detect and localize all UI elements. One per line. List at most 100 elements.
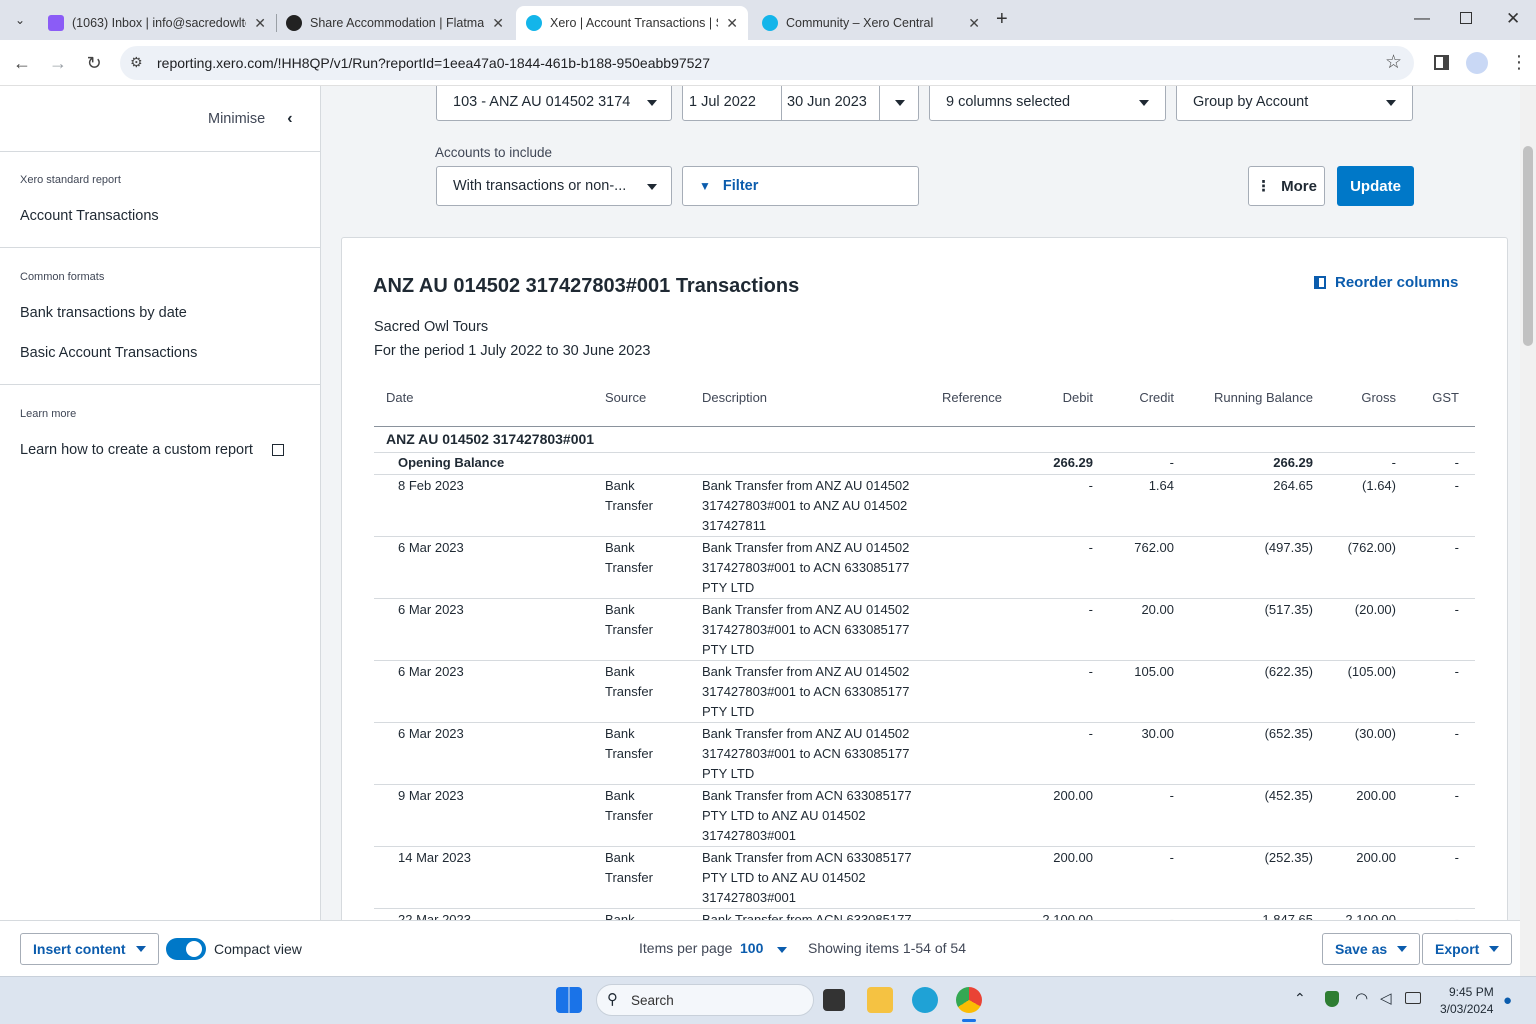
row-description: PTY LTD xyxy=(702,642,755,657)
row-divider xyxy=(374,660,1475,661)
close-tab-icon[interactable]: ✕ xyxy=(492,15,504,32)
row-source: Bank xyxy=(605,602,635,617)
browser-tab-xero-active[interactable]: Xero | Account Transactions | Sa ✕ xyxy=(516,6,748,40)
taskbar-search-box[interactable]: ⚲ Search xyxy=(596,984,814,1016)
row-credit: 20.00 xyxy=(1141,602,1174,617)
export-button[interactable]: Export xyxy=(1422,933,1513,965)
column-header-gross[interactable]: Gross xyxy=(1322,390,1396,405)
volume-icon[interactable]: ◁ xyxy=(1380,989,1392,1007)
back-arrow-icon[interactable]: ← xyxy=(9,50,35,76)
row-description: Bank Transfer from ANZ AU 014502 xyxy=(702,664,910,679)
items-per-page-label: Items per page xyxy=(639,940,733,956)
learn-link-label: Learn how to create a custom report xyxy=(20,442,253,458)
row-date: 6 Mar 2023 xyxy=(398,664,464,679)
clock-date[interactable]: 3/03/2024 xyxy=(1440,1002,1493,1016)
report-footer-bar: Insert content Compact view Items per pa… xyxy=(0,920,1520,976)
reorder-columns-button[interactable]: Reorder columns xyxy=(1314,274,1458,291)
file-explorer-icon[interactable] xyxy=(867,987,893,1013)
close-window-icon[interactable]: ✕ xyxy=(1506,9,1520,29)
browser-menu-icon[interactable]: ⋮ xyxy=(1510,52,1528,73)
tab-title: (1063) Inbox | info@sacredowlto xyxy=(72,16,247,30)
notification-bell-icon[interactable]: ● xyxy=(1503,992,1512,1009)
column-header-date[interactable]: Date xyxy=(386,390,413,405)
chrome-browser-icon[interactable] xyxy=(956,987,982,1013)
row-running-balance: (452.35) xyxy=(1264,788,1313,803)
sidebar-item-basic-account-transactions[interactable]: Basic Account Transactions xyxy=(20,345,197,361)
row-gst: - xyxy=(1454,912,1459,920)
battery-icon[interactable] xyxy=(1405,992,1421,1004)
accounts-include-select[interactable]: With transactions or non-... xyxy=(436,166,672,206)
group-heading: ANZ AU 014502 317427803#001 xyxy=(386,431,595,447)
minimise-button[interactable]: Minimise ‹ xyxy=(208,110,293,128)
row-description: Bank Transfer from ACN 633085177 xyxy=(702,788,912,803)
security-shield-icon[interactable] xyxy=(1325,991,1339,1007)
more-button[interactable]: ⋮ More xyxy=(1248,166,1325,206)
browser-tab-xero-central[interactable]: Community – Xero Central ✕ xyxy=(752,6,990,40)
bookmark-star-icon[interactable]: ☆ xyxy=(1385,51,1402,74)
page-scrollbar[interactable] xyxy=(1520,86,1536,976)
row-description: PTY LTD xyxy=(702,766,755,781)
row-debit: 200.00 xyxy=(1053,850,1093,865)
tab-search-chevron-icon[interactable]: ⌄ xyxy=(10,10,30,30)
insert-content-button[interactable]: Insert content xyxy=(20,933,159,965)
grouping-select[interactable]: Group by Account xyxy=(1176,86,1413,121)
row-gross: (30.00) xyxy=(1354,726,1396,741)
column-header-gst[interactable]: GST xyxy=(1402,390,1459,405)
row-debit: - xyxy=(1088,726,1093,741)
sidebar-item-bank-transactions[interactable]: Bank transactions by date xyxy=(20,305,187,321)
column-header-description[interactable]: Description xyxy=(702,390,767,405)
row-description: 317427811 xyxy=(702,518,767,533)
browser-tab-flatmates[interactable]: Share Accommodation | Flatmat ✕ xyxy=(276,6,514,40)
chevron-down-icon xyxy=(647,184,657,190)
row-divider xyxy=(374,784,1475,785)
windows-start-icon[interactable] xyxy=(556,987,582,1013)
browser-tab-inbox[interactable]: (1063) Inbox | info@sacredowlto ✕ xyxy=(38,6,276,40)
column-header-running-balance[interactable]: Running Balance xyxy=(1182,390,1313,405)
sidebar-item-account-transactions[interactable]: Account Transactions xyxy=(20,208,159,224)
restore-window-icon[interactable] xyxy=(1460,12,1472,24)
task-view-icon[interactable] xyxy=(823,989,845,1011)
row-divider xyxy=(374,846,1475,847)
date-from-input[interactable]: 1 Jul 2022 xyxy=(682,86,782,121)
reload-icon[interactable]: ↻ xyxy=(81,50,107,76)
items-per-page-select[interactable]: 100 xyxy=(740,940,788,956)
compact-view-toggle[interactable] xyxy=(166,938,206,960)
windows-taskbar: ⚲ Search ⌃ ◠ ◁ 9:45 PM 3/03/2024 ● xyxy=(0,976,1536,1024)
wifi-icon[interactable]: ◠ xyxy=(1355,989,1368,1007)
clock-time[interactable]: 9:45 PM xyxy=(1449,985,1494,999)
column-header-source[interactable]: Source xyxy=(605,390,646,405)
minimize-window-icon[interactable]: — xyxy=(1414,10,1430,28)
row-date: 6 Mar 2023 xyxy=(398,726,464,741)
items-per-page-value: 100 xyxy=(740,940,764,956)
row-description: Bank Transfer from ACN 633085177 xyxy=(702,912,912,920)
row-gross: 2,100.00 xyxy=(1345,912,1396,920)
row-description: PTY LTD xyxy=(702,580,755,595)
edge-browser-icon[interactable] xyxy=(912,987,938,1013)
opening-balance-label: Opening Balance xyxy=(398,455,505,470)
row-gross: 200.00 xyxy=(1356,788,1396,803)
close-tab-icon[interactable]: ✕ xyxy=(968,15,980,32)
sidebar-item-learn-custom-report[interactable]: Learn how to create a custom report xyxy=(20,442,284,458)
row-source: Transfer xyxy=(605,622,653,637)
tray-chevron-up-icon[interactable]: ⌃ xyxy=(1294,990,1306,1007)
site-settings-icon[interactable]: ⚙ xyxy=(130,54,143,71)
filter-button[interactable]: ▼ Filter xyxy=(682,166,919,206)
columns-select[interactable]: 9 columns selected xyxy=(929,86,1166,121)
forward-arrow-icon[interactable]: → xyxy=(45,50,71,76)
update-button[interactable]: Update xyxy=(1337,166,1414,206)
save-as-button[interactable]: Save as xyxy=(1322,933,1421,965)
side-panel-icon[interactable] xyxy=(1434,55,1449,70)
column-header-debit[interactable]: Debit xyxy=(1012,390,1093,405)
date-to-input[interactable]: 30 Jun 2023 xyxy=(781,86,919,121)
column-header-credit[interactable]: Credit xyxy=(1094,390,1174,405)
account-select[interactable]: 103 - ANZ AU 014502 3174 xyxy=(436,86,672,121)
close-tab-icon[interactable]: ✕ xyxy=(726,15,738,32)
profile-avatar-icon[interactable] xyxy=(1466,52,1488,74)
report-card: ANZ AU 014502 317427803#001 Transactions… xyxy=(341,237,1508,920)
address-bar[interactable]: ⚙ reporting.xero.com/!HH8QP/v1/Run?repor… xyxy=(120,46,1414,80)
close-tab-icon[interactable]: ✕ xyxy=(254,15,266,32)
new-tab-button[interactable]: + xyxy=(996,8,1008,31)
taskbar-search-label: Search xyxy=(631,993,674,1008)
column-header-reference[interactable]: Reference xyxy=(902,390,1002,405)
scrollbar-thumb[interactable] xyxy=(1523,146,1533,346)
